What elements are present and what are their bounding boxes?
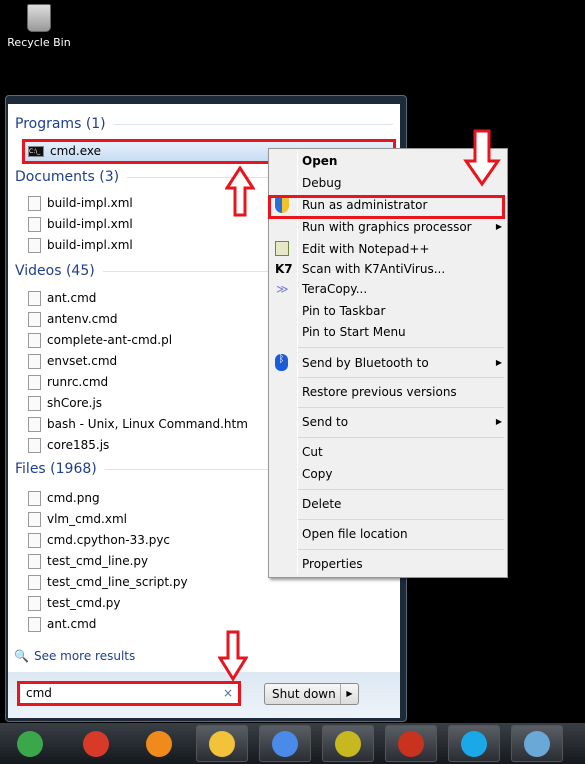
- file-item[interactable]: test_cmd_line_script.py: [28, 572, 188, 592]
- context-menu-item[interactable]: Edit with Notepad++: [302, 239, 502, 259]
- file-item[interactable]: cmd.cpython-33.pyc: [28, 530, 170, 550]
- file-icon: [28, 216, 41, 232]
- recycle-bin-label: Recycle Bin: [7, 36, 71, 49]
- app-yellow-icon: [335, 730, 361, 757]
- menu-separator: [298, 437, 504, 438]
- context-menu-item[interactable]: TeraCopy...: [302, 279, 502, 299]
- arrow-down-icon: [463, 129, 501, 187]
- arrow-down-icon: [218, 630, 248, 682]
- file-icon: [28, 595, 41, 611]
- menu-separator: [298, 549, 504, 550]
- clear-icon[interactable]: ×: [223, 684, 233, 703]
- file-icon: [28, 195, 41, 211]
- see-more-results[interactable]: 🔍 See more results: [14, 646, 135, 666]
- start-orb-icon: [17, 730, 43, 757]
- video-item[interactable]: ant.cmd: [28, 288, 96, 308]
- document-item[interactable]: build-impl.xml: [28, 235, 133, 255]
- shutdown-button[interactable]: Shut down ▶: [264, 683, 359, 705]
- taskbar-foxit-reader[interactable]: [70, 725, 122, 762]
- context-menu-item[interactable]: Scan with K7AntiVirus...: [302, 259, 502, 279]
- file-icon: [28, 511, 41, 527]
- file-item[interactable]: ant.cmd: [28, 614, 96, 634]
- media-player-icon: [146, 730, 172, 757]
- explorer-icon: [209, 730, 235, 757]
- context-menu-item[interactable]: Open file location: [302, 524, 502, 544]
- file-icon: [28, 374, 41, 390]
- video-item[interactable]: antenv.cmd: [28, 309, 118, 329]
- taskbar-skype[interactable]: [448, 725, 500, 762]
- submenu-arrow-icon: ▶: [495, 358, 502, 367]
- foxit-reader-icon: [83, 730, 109, 757]
- taskbar-explorer[interactable]: [196, 725, 248, 762]
- video-item[interactable]: bash - Unix, Linux Command.htm: [28, 414, 248, 434]
- skype-icon: [461, 730, 487, 757]
- file-icon: [28, 311, 41, 327]
- context-menu-item[interactable]: Copy: [302, 464, 502, 484]
- file-item[interactable]: test_cmd_line.py: [28, 551, 148, 571]
- file-icon: [28, 553, 41, 569]
- taskbar-media-player[interactable]: [133, 725, 185, 762]
- recycle-bin-icon: [27, 4, 51, 32]
- context-menu-item[interactable]: Delete: [302, 494, 502, 514]
- run-as-admin-highlight: [268, 195, 505, 219]
- document-item[interactable]: build-impl.xml: [28, 214, 133, 234]
- file-icon: [28, 290, 41, 306]
- video-item[interactable]: complete-ant-cmd.pl: [28, 330, 172, 350]
- menu-separator: [298, 407, 504, 408]
- menu-separator: [298, 519, 504, 520]
- menu-separator: [298, 377, 504, 378]
- file-icon: [28, 353, 41, 369]
- file-icon: [28, 237, 41, 253]
- video-item[interactable]: envset.cmd: [28, 351, 117, 371]
- context-menu-item[interactable]: Run with graphics processor ▶: [302, 217, 502, 237]
- document-item[interactable]: build-impl.xml: [28, 193, 133, 213]
- video-item[interactable]: shCore.js: [28, 393, 102, 413]
- cmd-icon: C:\_: [28, 145, 44, 157]
- file-item[interactable]: cmd.png: [28, 488, 100, 508]
- video-item[interactable]: runrc.cmd: [28, 372, 108, 392]
- program-item[interactable]: C:\_ cmd.exe: [28, 141, 101, 161]
- search-input[interactable]: cmd ×: [17, 681, 241, 706]
- context-menu-item[interactable]: Send by Bluetooth to ▶: [302, 353, 502, 373]
- chrome-icon: [272, 730, 298, 757]
- psiphon-icon: [398, 730, 424, 757]
- taskbar-chrome[interactable]: [259, 725, 311, 762]
- taskbar-app-yellow[interactable]: [322, 725, 374, 762]
- file-icon: [28, 490, 41, 506]
- k7-antivirus-icon: K7: [275, 262, 293, 276]
- context-menu-item[interactable]: Pin to Taskbar: [302, 301, 502, 321]
- arrow-up-icon: [225, 166, 255, 217]
- file-icon: [28, 616, 41, 632]
- file-icon: [28, 416, 41, 432]
- file-icon: [28, 532, 41, 548]
- taskbar-start-orb[interactable]: [4, 725, 56, 762]
- teracopy-icon: ≫: [276, 282, 289, 296]
- file-icon: [28, 437, 41, 453]
- programs-header[interactable]: Programs (1): [15, 116, 393, 132]
- shutdown-options-button[interactable]: ▶: [340, 684, 358, 704]
- context-menu-item[interactable]: Pin to Start Menu: [302, 322, 502, 342]
- file-icon: [28, 332, 41, 348]
- context-menu-item[interactable]: Properties: [302, 554, 502, 574]
- file-icon: [28, 395, 41, 411]
- context-menu-item[interactable]: Restore previous versions: [302, 382, 502, 402]
- menu-separator: [298, 347, 504, 348]
- context-menu-item[interactable]: Cut: [302, 442, 502, 462]
- file-item[interactable]: vlm_cmd.xml: [28, 509, 127, 529]
- file-icon: [28, 574, 41, 590]
- menu-separator: [298, 489, 504, 490]
- video-item[interactable]: core185.js: [28, 435, 109, 455]
- search-icon: 🔍: [14, 649, 29, 663]
- taskbar-photo-viewer[interactable]: [511, 725, 563, 762]
- submenu-arrow-icon: ▶: [495, 222, 502, 231]
- submenu-arrow-icon: ▶: [495, 417, 502, 426]
- context-menu-item[interactable]: Send to ▶: [302, 412, 502, 432]
- photo-viewer-icon: [524, 730, 550, 757]
- taskbar-psiphon[interactable]: [385, 725, 437, 762]
- notepad-plus-icon: [275, 241, 289, 256]
- file-item[interactable]: test_cmd.py: [28, 593, 120, 613]
- bluetooth-icon: ᛒ: [275, 354, 288, 371]
- recycle-bin[interactable]: Recycle Bin: [4, 4, 74, 49]
